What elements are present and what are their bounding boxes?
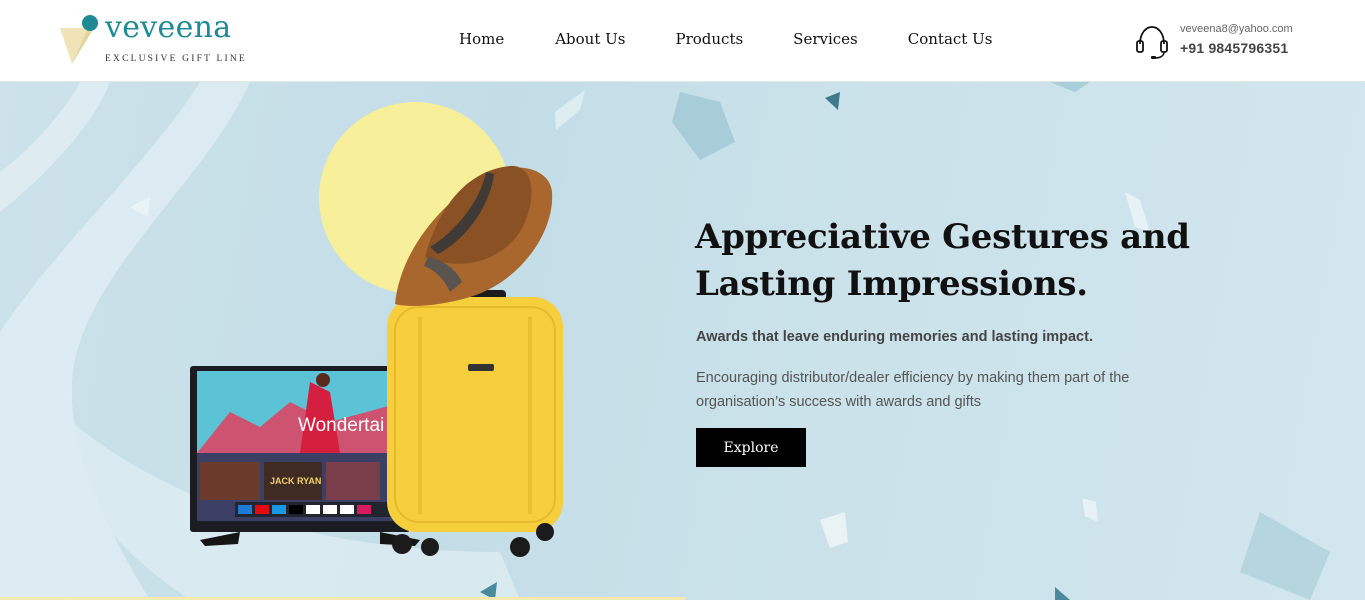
suitcase-illustration xyxy=(387,290,563,557)
logo-mark-icon xyxy=(60,15,98,64)
tv-illustration: Wondertai JACK RYAN xyxy=(190,366,420,546)
hero-title: Appreciative Gestures and Lasting Impres… xyxy=(695,217,1190,304)
hero-subtitle: Awards that leave enduring memories and … xyxy=(696,329,1093,345)
nav-products[interactable]: Products xyxy=(675,30,743,48)
hero-description: Encouraging distributor/dealer efficienc… xyxy=(696,370,1130,410)
main-nav: Home About Us Products Services Contact … xyxy=(459,30,992,48)
contact-phone[interactable]: +91 9845796351 xyxy=(1180,40,1288,56)
contact-email[interactable]: veveena8@yahoo.com xyxy=(1180,23,1293,35)
header-contact: veveena8@yahoo.com +91 9845796351 xyxy=(1134,22,1334,60)
hero-banner: Wondertai JACK RYAN Appreciative Gesture… xyxy=(0,82,1365,600)
headset-icon xyxy=(1136,26,1168,59)
tv-screen-text: Wondertai xyxy=(298,415,384,436)
brand-tagline: EXCLUSIVE GIFT LINE xyxy=(105,54,247,64)
nav-services[interactable]: Services xyxy=(793,30,858,48)
hero-illustration: Wondertai JACK RYAN xyxy=(0,82,1330,600)
site-header: veveena EXCLUSIVE GIFT LINE Home About U… xyxy=(0,0,1365,82)
nav-contact-us[interactable]: Contact Us xyxy=(908,30,993,48)
brand-name: veveena xyxy=(105,10,232,45)
explore-button[interactable]: Explore xyxy=(696,428,806,467)
tv-tile-text: JACK RYAN xyxy=(270,476,321,486)
brand-logo[interactable]: veveena EXCLUSIVE GIFT LINE xyxy=(58,10,245,68)
nav-home[interactable]: Home xyxy=(459,30,504,48)
nav-about-us[interactable]: About Us xyxy=(555,30,625,48)
